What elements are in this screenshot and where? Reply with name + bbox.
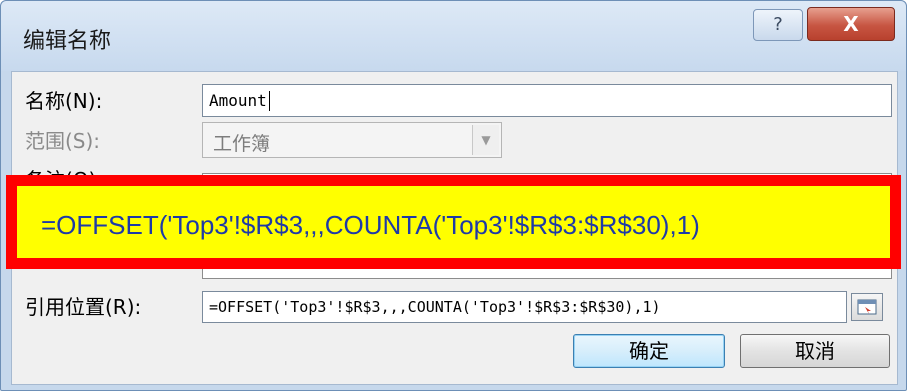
- help-button[interactable]: ?: [753, 9, 803, 41]
- scope-dropdown[interactable]: 工作簿 ▼: [202, 122, 502, 158]
- text-caret: [268, 90, 270, 111]
- refers-to-input[interactable]: =OFFSET('Top3'!$R$3,,,COUNTA('Top3'!$R$3…: [202, 291, 847, 323]
- title-bar[interactable]: 编辑名称 ? X: [1, 1, 906, 71]
- name-input-value: Amount: [209, 91, 267, 110]
- ok-button[interactable]: 确定: [573, 334, 725, 368]
- formula-callout-text: =OFFSET('Top3'!$R$3,,,COUNTA('Top3'!$R$3…: [41, 210, 700, 240]
- scope-label: 范围(S):: [25, 129, 101, 153]
- dialog-title: 编辑名称: [23, 29, 112, 54]
- formula-callout: =OFFSET('Top3'!$R$3,,,COUNTA('Top3'!$R$3…: [6, 175, 901, 269]
- collapse-dialog-button[interactable]: [851, 293, 883, 321]
- name-label: 名称(N):: [25, 89, 103, 113]
- chevron-down-icon[interactable]: ▼: [472, 125, 499, 155]
- refers-to-input-value: =OFFSET('Top3'!$R$3,,,COUNTA('Top3'!$R$3…: [209, 298, 661, 316]
- name-input[interactable]: Amount: [202, 84, 892, 117]
- refers-to-label: 引用位置(R):: [25, 295, 142, 319]
- range-select-icon: [857, 299, 877, 315]
- close-button[interactable]: X: [807, 7, 895, 41]
- scope-dropdown-value: 工作簿: [213, 133, 271, 155]
- cancel-button[interactable]: 取消: [740, 334, 890, 368]
